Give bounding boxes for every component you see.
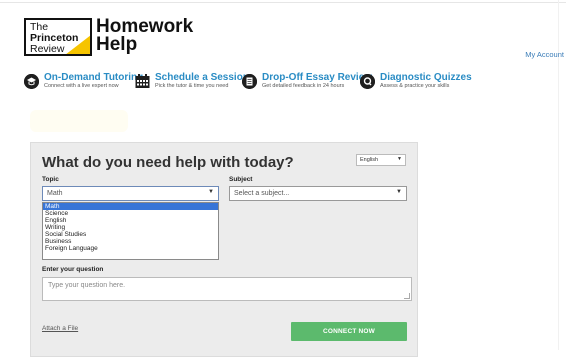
topic-dropdown-list: Math Science English Writing Social Stud… (42, 202, 219, 260)
topic-option-math[interactable]: Math (43, 203, 218, 210)
nav-title: On-Demand Tutoring (44, 72, 144, 83)
chevron-down-icon: ▼ (397, 156, 402, 162)
resize-grip-icon[interactable] (404, 293, 410, 299)
subject-select-placeholder: Select a subject... (234, 190, 290, 197)
language-select[interactable]: English ▼ (356, 154, 406, 166)
top-border (0, 2, 566, 3)
my-account-link[interactable]: My Account (525, 50, 564, 59)
chevron-down-icon: ▼ (208, 189, 214, 195)
connect-now-button[interactable]: CONNECT NOW (291, 322, 407, 341)
question-textarea[interactable]: Type your question here. (42, 277, 412, 301)
brand-title-line-2: Help (96, 34, 138, 55)
nav-subtitle: Pick the tutor & time you need (155, 83, 229, 89)
topic-select-value: Math (47, 190, 63, 197)
topic-option-science[interactable]: Science (43, 210, 218, 217)
topic-option-business[interactable]: Business (43, 238, 218, 245)
attach-file-link[interactable]: Attach a File (42, 325, 78, 332)
calendar-icon (135, 74, 150, 89)
topic-option-english[interactable]: English (43, 217, 218, 224)
topic-option-foreign-language[interactable]: Foreign Language (43, 245, 218, 252)
language-select-value: English (360, 157, 379, 163)
logo-line-3: Review (30, 43, 65, 55)
banner-placeholder (30, 110, 128, 132)
panel-title: What do you need help with today? (42, 154, 294, 171)
quiz-icon (360, 74, 375, 89)
subject-label: Subject (229, 176, 253, 183)
chevron-down-icon: ▼ (396, 189, 402, 195)
topic-label: Topic (42, 176, 59, 183)
topic-option-social-studies[interactable]: Social Studies (43, 231, 218, 238)
topic-option-writing[interactable]: Writing (43, 224, 218, 231)
question-placeholder: Type your question here. (48, 282, 126, 289)
tutor-icon (24, 74, 39, 89)
essay-icon (242, 74, 257, 89)
question-label: Enter your question (42, 266, 104, 273)
nav-subtitle: Assess & practice your skills (380, 83, 450, 89)
nav-title: Schedule a Session (155, 72, 249, 83)
brand-title: Homework Help (96, 17, 193, 55)
nav-subtitle: Get detailed feedback in 24 hours (262, 83, 345, 89)
subject-select[interactable]: Select a subject... ▼ (229, 186, 407, 201)
princeton-review-logo[interactable]: The Princeton Review (24, 18, 92, 56)
nav-title: Drop-Off Essay Review (262, 72, 373, 83)
topic-select[interactable]: Math ▼ (42, 186, 219, 201)
nav-subtitle: Connect with a live expert now (44, 83, 119, 89)
nav-title: Diagnostic Quizzes (380, 72, 472, 83)
